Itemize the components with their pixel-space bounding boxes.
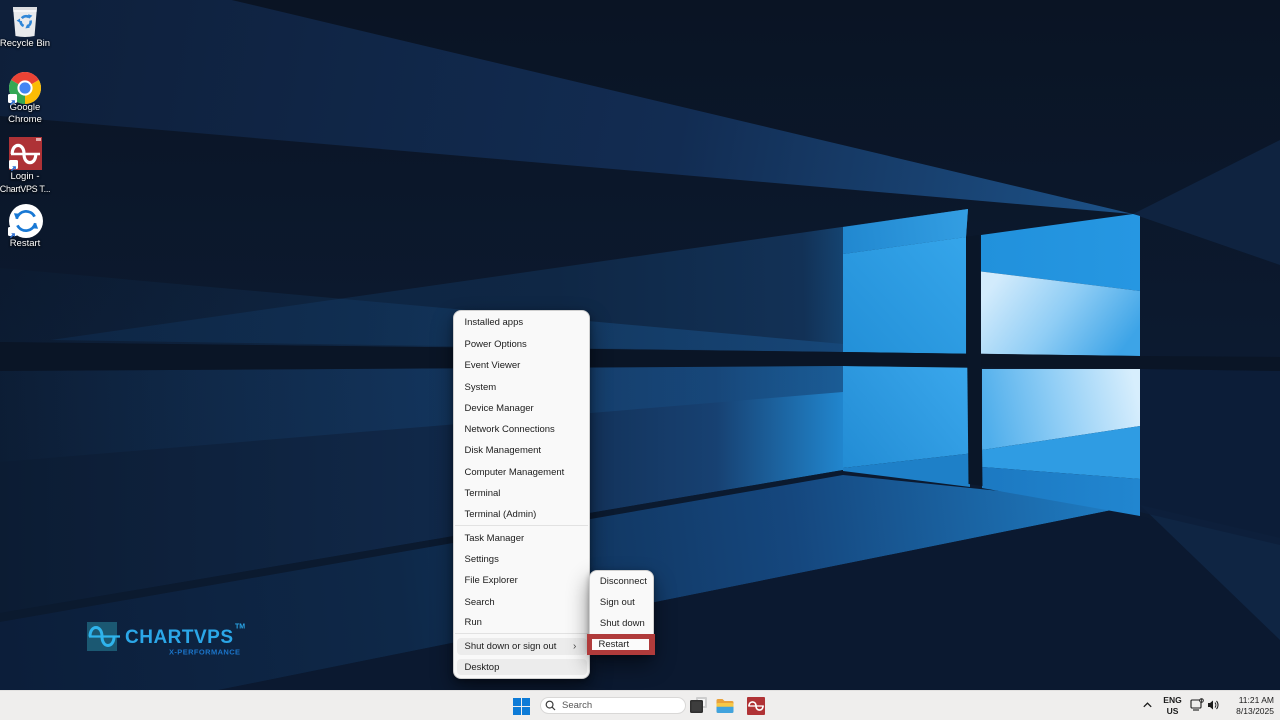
svg-text:X-PERFORMANCE: X-PERFORMANCE bbox=[169, 648, 240, 657]
svg-text:CHARTVPS: CHARTVPS bbox=[125, 627, 234, 648]
svg-text:TM: TM bbox=[235, 624, 245, 631]
